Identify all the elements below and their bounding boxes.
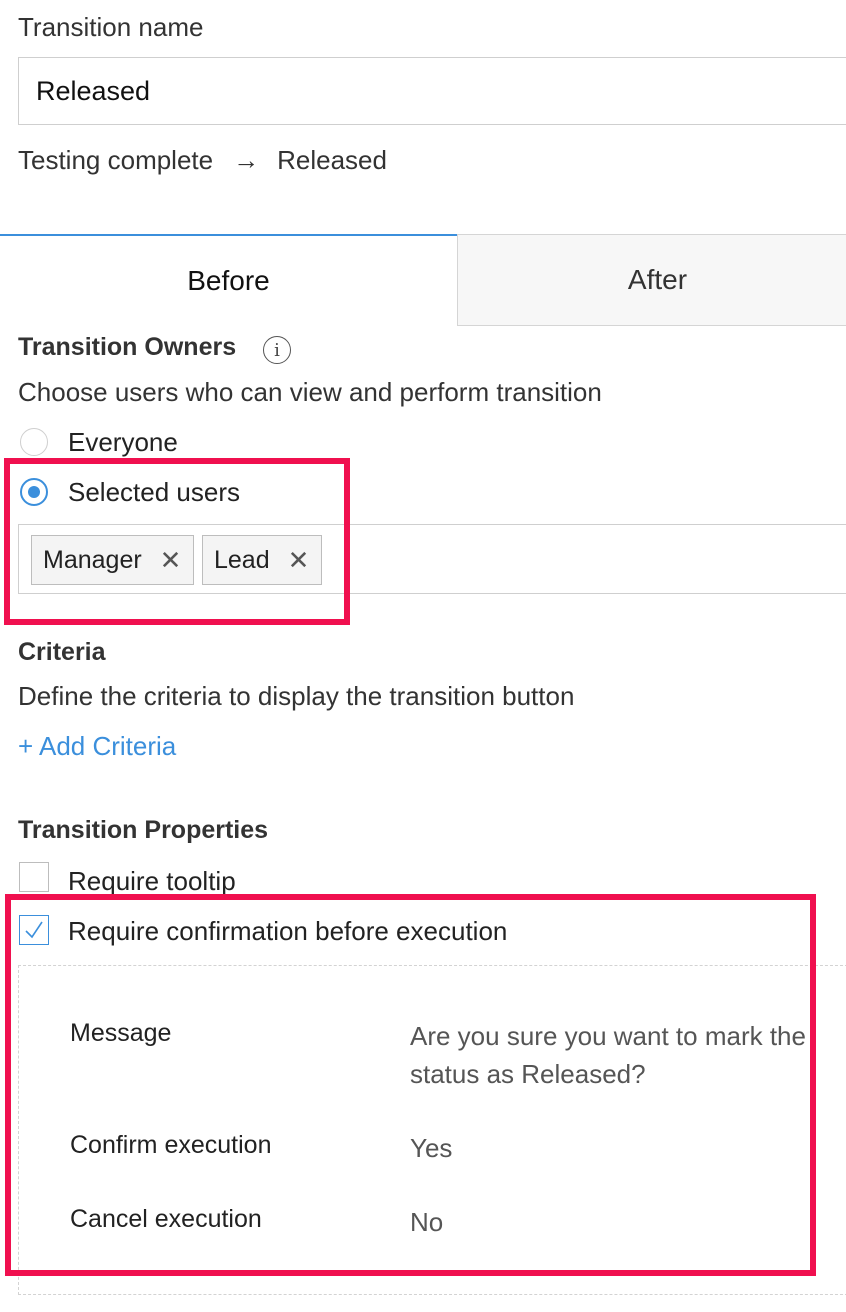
flow-from-status: Testing complete: [18, 145, 214, 175]
confirm-execution-value[interactable]: Yes: [410, 1129, 452, 1167]
require-confirmation-label: Require confirmation before execution: [68, 916, 508, 946]
info-icon[interactable]: i: [263, 336, 291, 364]
cancel-execution-value[interactable]: No: [410, 1203, 443, 1241]
user-chip-manager[interactable]: Manager ✕: [31, 535, 195, 585]
remove-chip-icon[interactable]: ✕: [288, 545, 310, 576]
radio-everyone[interactable]: [20, 428, 48, 456]
transition-owners-description: Choose users who can view and perform tr…: [18, 377, 602, 407]
tab-after[interactable]: After: [457, 234, 846, 326]
criteria-title: Criteria: [18, 638, 106, 666]
radio-everyone-label: Everyone: [68, 427, 178, 457]
arrow-right-icon: →: [233, 145, 260, 175]
criteria-description: Define the criteria to display the trans…: [18, 681, 575, 711]
message-value[interactable]: Are you sure you want to mark the status…: [410, 1017, 810, 1093]
transition-name-label: Transition name: [18, 12, 204, 42]
user-chip-lead[interactable]: Lead ✕: [202, 535, 323, 585]
radio-selected-users-label: Selected users: [68, 477, 240, 507]
transition-name-input[interactable]: [18, 57, 846, 125]
tab-before[interactable]: Before: [0, 234, 457, 326]
message-label: Message: [70, 1019, 172, 1047]
radio-selected-users[interactable]: [20, 478, 48, 506]
require-confirmation-checkbox[interactable]: [19, 915, 49, 945]
transition-properties-title: Transition Properties: [18, 816, 269, 844]
require-tooltip-label: Require tooltip: [68, 866, 236, 896]
transition-flow: Testing complete → Released: [18, 145, 387, 176]
chip-label: Lead: [214, 545, 270, 574]
cancel-execution-label: Cancel execution: [70, 1205, 262, 1233]
transition-owners-title: Transition Owners: [18, 333, 237, 361]
chip-label: Manager: [43, 545, 142, 574]
confirm-execution-label: Confirm execution: [70, 1131, 272, 1159]
flow-to-status: Released: [277, 145, 387, 175]
check-icon: [25, 921, 43, 939]
add-criteria-link[interactable]: + Add Criteria: [18, 731, 176, 762]
remove-chip-icon[interactable]: ✕: [160, 545, 182, 576]
require-tooltip-checkbox[interactable]: [19, 862, 49, 892]
